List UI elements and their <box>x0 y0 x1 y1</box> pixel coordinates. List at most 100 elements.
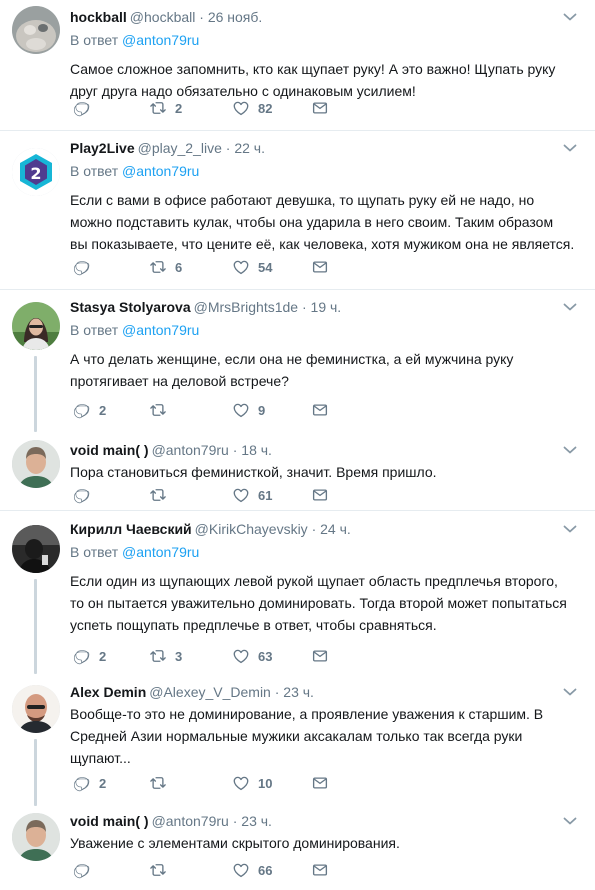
tweet-header: hockball @hockball · 26 нояб. <box>70 8 583 26</box>
tweet[interactable]: Alex Demin @Alexey_V_Demin · 23 ч. Вообще-… <box>0 675 595 803</box>
reply-count: 2 <box>99 402 107 418</box>
like-button[interactable]: 9 <box>232 400 265 420</box>
tweet-timestamp[interactable]: · 24 ч. <box>312 521 351 537</box>
retweet-count: 6 <box>175 259 183 275</box>
like-count: 61 <box>258 487 273 503</box>
author-name[interactable]: Stasya Stolyarova <box>70 299 191 315</box>
tweet-timestamp[interactable]: · 23 ч. <box>275 684 314 700</box>
reply-count: 2 <box>99 648 107 664</box>
direct-message-button[interactable] <box>311 646 329 666</box>
retweet-button[interactable] <box>149 860 175 880</box>
author-name[interactable]: void main( ) <box>70 442 149 458</box>
reply-button[interactable]: 2 <box>73 773 106 793</box>
avatar[interactable] <box>12 302 60 350</box>
like-icon <box>232 647 250 665</box>
message-icon <box>311 861 329 879</box>
retweet-button[interactable]: 2 <box>149 98 182 118</box>
avatar[interactable] <box>12 440 60 488</box>
retweet-icon <box>149 401 167 419</box>
tweet-header: void main( ) @anton79ru · 18 ч. <box>70 441 583 459</box>
tweet-timestamp[interactable]: · 23 ч. <box>233 813 272 829</box>
author-name[interactable]: Кирилл Чаевский <box>70 521 192 537</box>
author-name[interactable]: Play2Live <box>70 140 135 156</box>
reply-prefix: В ответ <box>70 163 119 179</box>
reply-button[interactable]: 2 <box>73 400 106 420</box>
avatar[interactable] <box>12 685 60 733</box>
like-button[interactable]: 66 <box>232 860 272 880</box>
tweet-actions: 29 <box>70 400 370 420</box>
like-icon <box>232 861 250 879</box>
direct-message-button[interactable] <box>311 773 329 793</box>
retweet-count: 2 <box>175 100 183 116</box>
tweet-body: hockball @hockball · 26 нояб. В ответ @ant… <box>70 8 583 102</box>
like-count: 54 <box>258 259 273 275</box>
tweet[interactable]: 2 Play2Live @play_2_live · 22 ч. В ответ @a… <box>0 131 595 290</box>
author-handle[interactable]: @Alexey_V_Demin <box>149 684 271 700</box>
author-handle[interactable]: @anton79ru <box>152 442 229 458</box>
retweet-button[interactable]: 6 <box>149 257 182 277</box>
direct-message-button[interactable] <box>311 400 329 420</box>
tweet[interactable]: Кирилл Чаевский @KirikChayevskiy · 24 ч. В… <box>0 512 595 675</box>
reply-button[interactable]: 2 <box>73 646 106 666</box>
reply-mention-link[interactable]: @anton79ru <box>122 322 199 338</box>
direct-message-button[interactable] <box>311 257 329 277</box>
avatar[interactable]: 2 <box>12 148 60 196</box>
tweet-timestamp[interactable]: · 18 ч. <box>233 442 272 458</box>
retweet-button[interactable]: 3 <box>149 646 182 666</box>
retweet-button[interactable] <box>149 773 175 793</box>
author-name[interactable]: void main( ) <box>70 813 149 829</box>
direct-message-button[interactable] <box>311 98 329 118</box>
retweet-button[interactable] <box>149 485 175 505</box>
reply-button[interactable] <box>73 860 99 880</box>
tweet-text-line: Пора становиться феминисткой, значит. Вр… <box>70 464 437 480</box>
direct-message-button[interactable] <box>311 860 329 880</box>
tweet-actions: 2 3 63 <box>70 646 370 666</box>
author-name[interactable]: hockball <box>70 9 127 25</box>
tweet-timestamp[interactable]: · 22 ч. <box>226 140 265 156</box>
avatar[interactable] <box>12 525 60 573</box>
tweet[interactable]: Stasya Stolyarova @MrsBrights1de · 19 ч. В… <box>0 290 595 433</box>
reply-mention-link[interactable]: @anton79ru <box>122 163 199 179</box>
tweet[interactable]: void main( ) @anton79ru · 23 ч. Уважение с… <box>0 804 595 890</box>
tweet-text-line: можно подставить кулак, чтобы она ударил… <box>70 214 554 230</box>
tweet-actions: 2 10 <box>70 773 370 793</box>
author-handle[interactable]: @KirikChayevskiy <box>195 521 308 537</box>
tweet-text-line: вы показываете, что цените её, как челов… <box>70 236 575 252</box>
author-name[interactable]: Alex Demin <box>70 684 146 700</box>
author-handle[interactable]: @play_2_live <box>138 140 222 156</box>
reply-icon <box>73 258 91 276</box>
tweet[interactable]: hockball @hockball · 26 нояб. В ответ @ant… <box>0 0 595 131</box>
tweet-text: Пора становиться феминисткой, значит. Вр… <box>70 461 583 483</box>
reply-mention-link[interactable]: @anton79ru <box>122 32 199 48</box>
avatar[interactable] <box>12 6 60 54</box>
tweet-timestamp[interactable]: · 26 нояб. <box>199 9 262 25</box>
reply-icon <box>73 647 91 665</box>
like-button[interactable]: 82 <box>232 98 272 118</box>
reply-button[interactable] <box>73 257 99 277</box>
like-count: 82 <box>258 100 273 116</box>
like-count: 10 <box>258 775 273 791</box>
like-button[interactable]: 63 <box>232 646 272 666</box>
tweet-text-line: то он пытается уважительно доминировать.… <box>70 595 567 611</box>
reply-button[interactable] <box>73 98 99 118</box>
tweet-text-line: Если один из щупающих левой рукой щупает… <box>70 573 558 589</box>
like-button[interactable]: 61 <box>232 485 272 505</box>
reply-button[interactable] <box>73 485 99 505</box>
reply-icon <box>73 861 91 879</box>
author-handle[interactable]: @hockball <box>130 9 196 25</box>
tweet-text-line: А что делать женщине, если она не фемини… <box>70 351 514 367</box>
like-button[interactable]: 54 <box>232 257 272 277</box>
tweet-actions: 2 82 <box>70 98 370 118</box>
retweet-button[interactable] <box>149 400 175 420</box>
like-button[interactable]: 10 <box>232 773 272 793</box>
like-count: 9 <box>258 402 266 418</box>
avatar[interactable] <box>12 813 60 861</box>
retweet-count: 3 <box>175 648 183 664</box>
direct-message-button[interactable] <box>311 485 329 505</box>
author-handle[interactable]: @anton79ru <box>152 813 229 829</box>
reply-mention-link[interactable]: @anton79ru <box>122 544 199 560</box>
retweet-icon <box>149 647 167 665</box>
author-handle[interactable]: @MrsBrights1de <box>194 299 298 315</box>
tweet[interactable]: void main( ) @anton79ru · 18 ч. Пора стано… <box>0 433 595 511</box>
tweet-timestamp[interactable]: · 19 ч. <box>302 299 341 315</box>
